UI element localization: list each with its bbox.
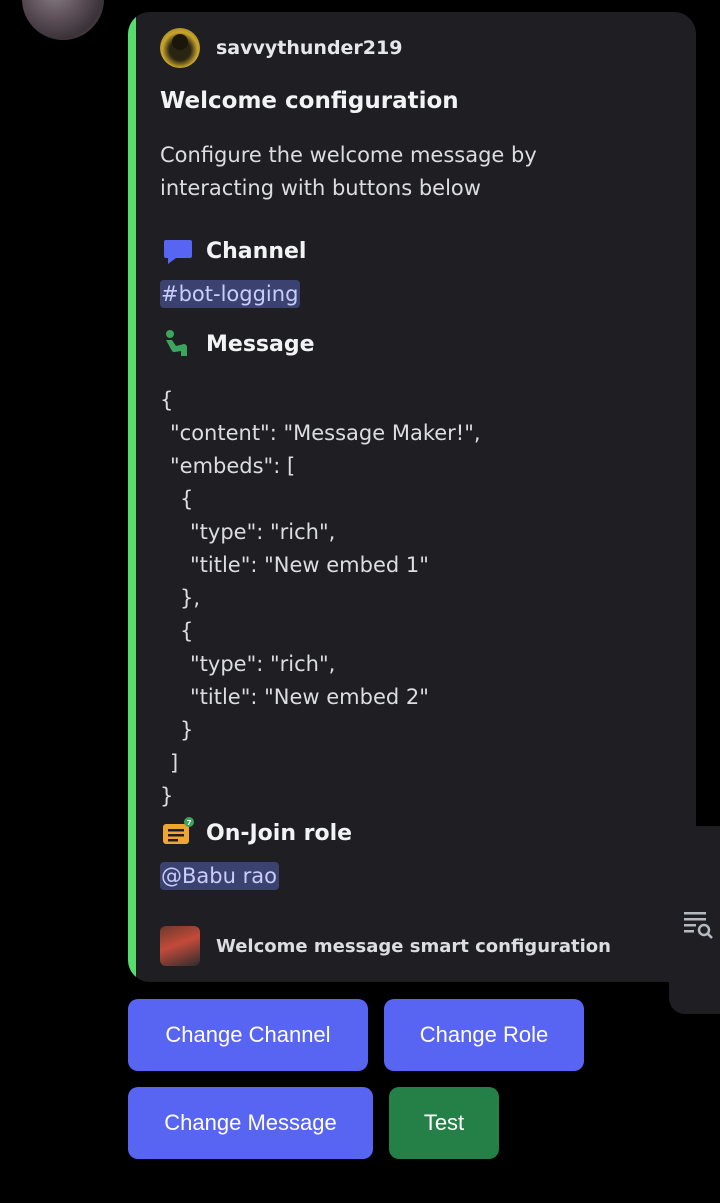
channel-mention[interactable]: #bot-logging <box>160 280 301 308</box>
field-role-label: On-Join role <box>206 820 353 846</box>
change-message-button[interactable]: Change Message <box>128 1087 373 1159</box>
code-line: ] <box>170 751 179 775</box>
field-channel-label: Channel <box>206 238 307 264</box>
embed-card: savvythunder219 Welcome configuration Co… <box>128 12 696 982</box>
user-avatar[interactable] <box>22 0 104 40</box>
footer-text: Welcome message smart configuration <box>216 935 611 957</box>
footer-icon <box>160 926 200 966</box>
change-role-button[interactable]: Change Role <box>384 999 584 1071</box>
field-message-label: Message <box>206 331 315 357</box>
embed-author: savvythunder219 <box>160 28 402 68</box>
code-line: "title": "New embed 1" <box>190 553 429 577</box>
side-panel-tab[interactable] <box>669 826 720 1014</box>
code-line: "content": "Message Maker!", <box>170 421 481 445</box>
embed-description: Configure the welcome message by interac… <box>160 143 537 200</box>
code-line: { <box>160 388 174 412</box>
code-line: }, <box>180 586 201 610</box>
code-line: "type": "rich", <box>190 520 336 544</box>
code-line: } <box>160 784 174 808</box>
code-line: { <box>180 619 194 643</box>
test-button[interactable]: Test <box>389 1087 499 1159</box>
embed-accent-bar <box>128 12 136 982</box>
field-message-name: Message <box>160 326 315 362</box>
embed-footer: Welcome message smart configuration <box>160 925 611 967</box>
field-channel-name: Channel <box>160 233 306 269</box>
chat-bubble-icon <box>160 233 196 269</box>
author-avatar[interactable] <box>160 28 200 68</box>
role-mention[interactable]: @Babu rao <box>160 862 279 890</box>
svg-text:7: 7 <box>187 819 192 827</box>
code-line: "embeds": [ <box>170 454 296 478</box>
code-line: "title": "New embed 2" <box>190 685 429 709</box>
change-channel-button[interactable]: Change Channel <box>128 999 368 1071</box>
author-name[interactable]: savvythunder219 <box>216 37 402 59</box>
code-line: } <box>180 718 194 742</box>
embed-title: Welcome configuration <box>160 88 459 114</box>
ticket-chat-icon: 7 <box>160 815 196 851</box>
search-list-icon[interactable] <box>682 908 716 942</box>
field-role-name: 7 On-Join role <box>160 815 352 851</box>
code-line: "type": "rich", <box>190 652 336 676</box>
person-wave-icon <box>160 326 196 362</box>
code-line: { <box>180 487 194 511</box>
